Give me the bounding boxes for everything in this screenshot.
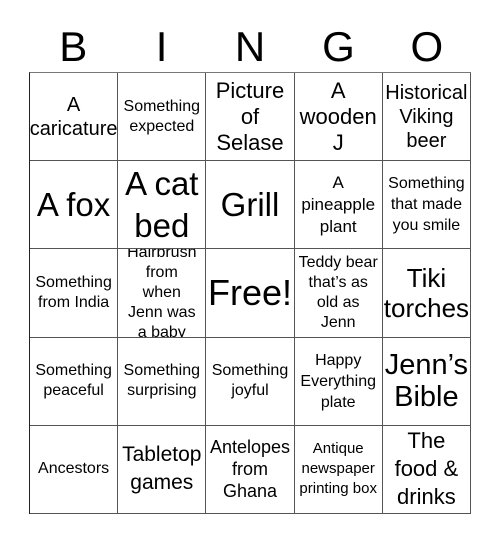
bingo-cell[interactable]: Picture of Selase [206, 73, 295, 162]
bingo-cell[interactable]: A fox [30, 161, 119, 250]
bingo-cell[interactable]: Something surprising [118, 337, 207, 426]
bingo-cell[interactable]: Historical Viking beer [382, 73, 471, 162]
bingo-cell[interactable]: Something from India [30, 249, 119, 338]
bingo-cell[interactable]: Something joyful [206, 337, 295, 426]
bingo-cell[interactable]: Ancestors [30, 425, 119, 514]
bingo-cell[interactable]: Jenn’s Bible [382, 337, 471, 426]
bingo-cell[interactable]: Teddy bear that’s as old as Jenn [294, 249, 383, 338]
free-space-cell[interactable]: Free! [206, 249, 295, 338]
bingo-cell[interactable]: Antique newspaper printing box [294, 425, 383, 514]
bingo-cell[interactable]: A caricature [30, 73, 119, 162]
bingo-cell[interactable]: Happy Everything plate [294, 337, 383, 426]
header-letter-i: I [155, 23, 168, 70]
bingo-grid: A caricature Something expected Picture … [29, 72, 471, 514]
bingo-cell[interactable]: Something expected [118, 73, 207, 162]
header-letter-b: B [59, 23, 88, 70]
bingo-cell[interactable]: Grill [206, 161, 295, 250]
bingo-cell[interactable]: A wooden J [294, 73, 383, 162]
bingo-cell[interactable]: A pineapple plant [294, 161, 383, 250]
header-letter-o: O [410, 23, 444, 70]
header-letter-g: G [322, 23, 355, 70]
header-letter-n: N [234, 23, 266, 70]
bingo-cell[interactable]: Something peaceful [30, 337, 119, 426]
bingo-cell[interactable]: Tiki torches [382, 249, 471, 338]
bingo-cell[interactable]: Tabletop games [118, 425, 207, 514]
bingo-header: B I N G O [29, 22, 471, 72]
bingo-cell[interactable]: A cat bed [118, 161, 207, 250]
bingo-cell[interactable]: Hairbrush from when Jenn was a baby [118, 249, 207, 338]
bingo-cell[interactable]: Antelopes from Ghana [206, 425, 295, 514]
bingo-cell[interactable]: The food & drinks [382, 425, 471, 514]
bingo-cell[interactable]: Something that made you smile [382, 161, 471, 250]
